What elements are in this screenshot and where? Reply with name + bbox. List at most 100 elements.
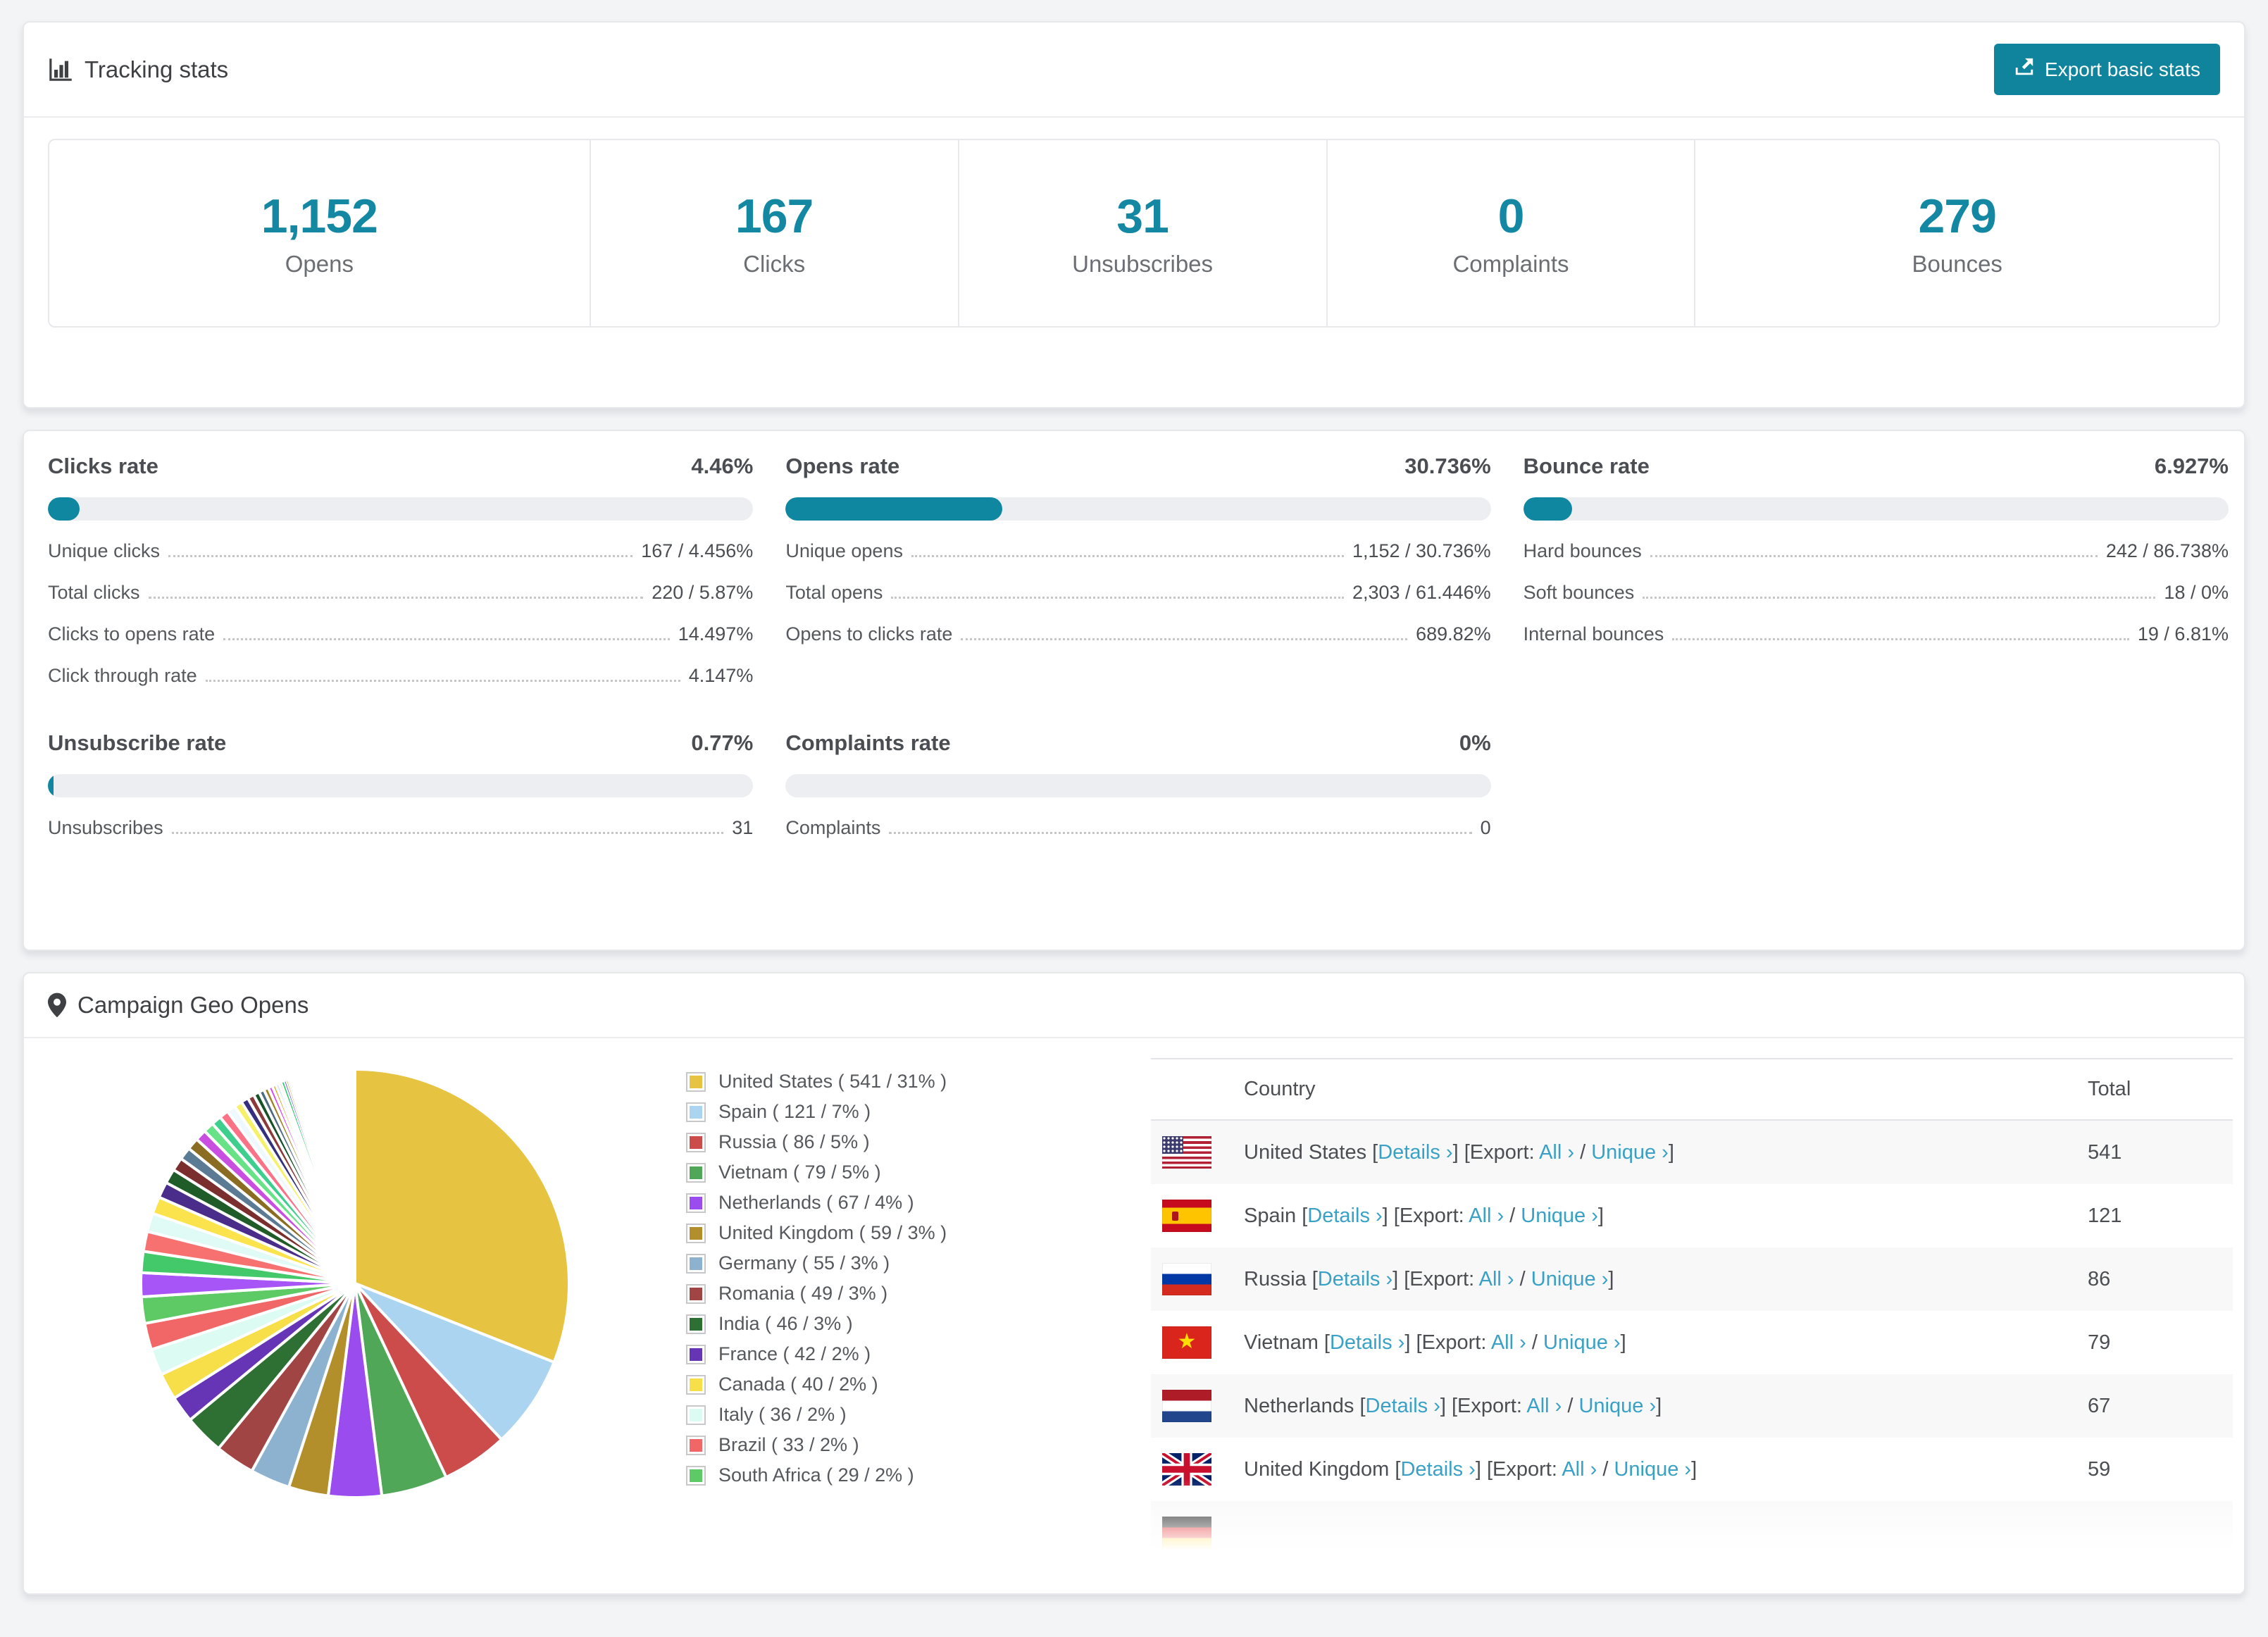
rate-head: Bounce rate 6.927% (1524, 454, 2229, 479)
legend-swatch (686, 1071, 706, 1092)
stat-row-label: Internal bounces (1523, 623, 1664, 645)
export-unique-link[interactable]: Unique › (1591, 1141, 1669, 1164)
legend-swatch-color (690, 1135, 702, 1149)
dotted-leader (1672, 638, 2129, 640)
legend-item: Vietnam ( 79 / 5% ) (686, 1157, 1151, 1188)
details-link[interactable]: Details › (1366, 1395, 1440, 1417)
rate-value: 0.77% (691, 730, 754, 755)
stat-value: 31 (1116, 189, 1169, 243)
geo-table-row: Vietnam [Details ›] [Export: All › / Uni… (1151, 1311, 2233, 1374)
rate-title: Clicks rate (48, 454, 158, 478)
bracket: ] [ (1440, 1394, 1458, 1417)
legend-label: Italy ( 36 / 2% ) (718, 1404, 847, 1425)
dotted-leader (911, 555, 1344, 557)
legend-item: France ( 42 / 2% ) (686, 1339, 1151, 1369)
country-line: Vietnam [Details ›] [Export: All › / Uni… (1244, 1331, 1626, 1354)
legend-swatch (686, 1253, 706, 1274)
legend-swatch (686, 1405, 706, 1425)
legend-swatch (686, 1162, 706, 1183)
legend-item: United Kingdom ( 59 / 3% ) (686, 1218, 1151, 1248)
flag-cell (1151, 1438, 1233, 1501)
export-all-link[interactable]: All › (1469, 1205, 1504, 1227)
stat-value: 0 (1497, 189, 1525, 243)
rate-head: Complaints rate 0% (785, 730, 1490, 756)
stat-row: Total opens 2,303 / 61.446% (785, 582, 1490, 604)
geo-table-header-row: Country Total (1151, 1058, 2233, 1121)
stat-row-label: Unsubscribes (48, 817, 163, 838)
bracket: / (1504, 1204, 1521, 1227)
geo-table-row (1151, 1501, 2233, 1564)
stat-row-value: 18 / 0% (2164, 582, 2229, 603)
country-cell: Netherlands [Details ›] [Export: All › /… (1233, 1374, 2076, 1438)
legend-item: Italy ( 36 / 2% ) (686, 1400, 1151, 1430)
details-link[interactable]: Details › (1318, 1268, 1392, 1290)
stat-row: Internal bounces 19 / 6.81% (1524, 623, 2229, 645)
legend-label: Netherlands ( 67 / 4% ) (718, 1192, 914, 1213)
bracket: ] (1656, 1394, 1662, 1417)
stat-row: Soft bounces 18 / 0% (1524, 582, 2229, 604)
legend-swatch-color (690, 1075, 702, 1088)
legend-swatch-color (690, 1226, 702, 1240)
legend-swatch-color (690, 1378, 702, 1391)
nl-flag-icon (1162, 1390, 1211, 1422)
country-cell: Russia [Details ›] [Export: All › / Uniq… (1233, 1247, 2076, 1311)
details-link[interactable]: Details › (1307, 1205, 1382, 1227)
stat-row-value: 167 / 4.456% (641, 540, 754, 561)
legend-swatch-color (690, 1408, 702, 1421)
export-unique-link[interactable]: Unique › (1543, 1331, 1621, 1354)
export-all-link[interactable]: All › (1491, 1331, 1526, 1354)
rate-progress-bar (48, 774, 754, 797)
stat-row-value: 31 (732, 817, 754, 838)
rate-head: Clicks rate 4.46% (48, 454, 753, 479)
details-link[interactable]: Details › (1330, 1331, 1404, 1354)
export-all-link[interactable]: All › (1526, 1395, 1562, 1417)
legend-label: Romania ( 49 / 3% ) (718, 1283, 888, 1304)
geo-table-row: Russia [Details ›] [Export: All › / Uniq… (1151, 1247, 2233, 1311)
rate-progress-bar (785, 774, 1491, 797)
legend-item: Germany ( 55 / 3% ) (686, 1248, 1151, 1278)
page: Tracking stats Export basic stats 1,152 O… (0, 0, 2268, 1637)
export-all-link[interactable]: All › (1539, 1141, 1574, 1164)
export-unique-link[interactable]: Unique › (1531, 1268, 1609, 1290)
dotted-leader (223, 638, 670, 640)
country-line: Russia [Details ›] [Export: All › / Uniq… (1244, 1267, 1614, 1290)
details-link[interactable]: Details › (1378, 1141, 1452, 1164)
stat-row-label: Unique opens (785, 540, 903, 561)
legend-swatch-color (690, 1287, 702, 1300)
flag-cell (1151, 1501, 1233, 1564)
export-icon (2014, 56, 2035, 82)
bar-chart-icon (48, 57, 73, 82)
export-unique-link[interactable]: Unique › (1578, 1395, 1656, 1417)
stat-row: Click through rate 4.147% (48, 665, 753, 687)
rate-progress-bar (1523, 497, 2229, 521)
legend-swatch-color (690, 1347, 702, 1361)
stat-row-value: 2,303 / 61.446% (1352, 582, 1491, 603)
stat-row: Hard bounces 242 / 86.738% (1524, 540, 2229, 562)
stat-row: Unique opens 1,152 / 30.736% (785, 540, 1490, 562)
export-unique-link[interactable]: Unique › (1614, 1458, 1691, 1481)
legend-label: France ( 42 / 2% ) (718, 1343, 871, 1364)
rate-value: 30.736% (1404, 454, 1491, 478)
stat-label: Clicks (743, 251, 806, 277)
export-all-link[interactable]: All › (1479, 1268, 1514, 1290)
rates-row-1: Clicks rate 4.46% Unique clicks 167 / 4.456… (48, 454, 2229, 687)
export-unique-link[interactable]: Unique › (1521, 1205, 1598, 1227)
rate-stat-rows: Complaints 0 (785, 817, 1490, 839)
legend-swatch (686, 1344, 706, 1364)
rate-value: 6.927% (2154, 454, 2229, 478)
details-link[interactable]: Details › (1400, 1458, 1475, 1481)
tracking-stats-title: Tracking stats (48, 56, 228, 83)
export-basic-stats-button[interactable]: Export basic stats (1994, 44, 2220, 95)
country-cell: United Kingdom [Details ›] [Export: All … (1233, 1438, 2076, 1501)
legend-item: India ( 46 / 3% ) (686, 1309, 1151, 1339)
legend-label: South Africa ( 29 / 2% ) (718, 1464, 914, 1486)
legend-swatch-color (690, 1105, 702, 1119)
geo-table-row: Spain [Details ›] [Export: All › / Uniqu… (1151, 1184, 2233, 1247)
stat-label: Complaints (1452, 251, 1569, 277)
map-pin-icon (48, 992, 66, 1018)
pie-svg (139, 1068, 571, 1499)
export-all-link[interactable]: All › (1562, 1458, 1597, 1481)
stat-row: Unique clicks 167 / 4.456% (48, 540, 753, 562)
rate-stat-rows: Unique opens 1,152 / 30.736% Total opens 2,… (785, 540, 1490, 645)
stat-row: Total clicks 220 / 5.87% (48, 582, 753, 604)
